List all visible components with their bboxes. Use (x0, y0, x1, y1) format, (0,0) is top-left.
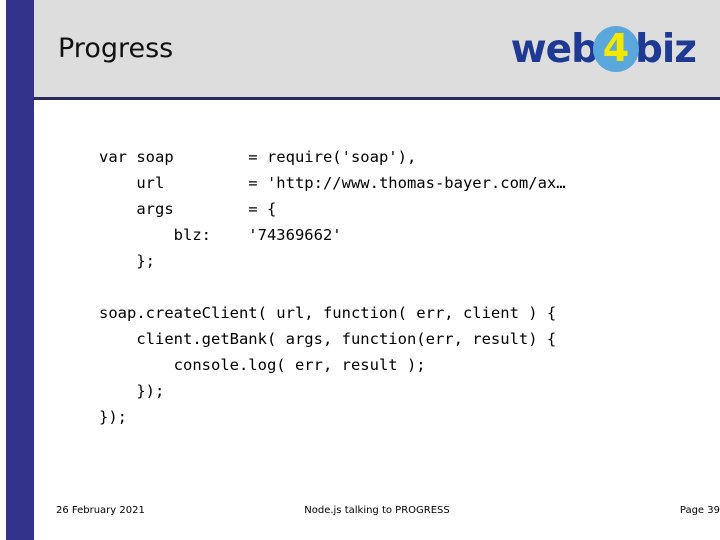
footer-page-number: Page 39 (679, 505, 720, 516)
code-block-declarations: var soap = require('soap'), url = 'http:… (99, 147, 566, 270)
code-block-calls: soap.createClient( url, function( err, c… (99, 303, 557, 426)
logo-text-biz: biz (635, 26, 697, 72)
logo-text-web: web (510, 26, 599, 72)
left-accent-bar (6, 0, 34, 540)
slide-footer: 26 February 2021 Node.js talking to PROG… (34, 505, 720, 531)
slide-canvas: Progress web 4 biz var soap = require('s… (0, 0, 720, 540)
web4biz-logo: web 4 biz (500, 22, 697, 76)
page-title: Progress (58, 33, 174, 64)
logo-digit-four: 4 (602, 26, 630, 70)
logo-four-badge-icon: 4 (593, 26, 640, 72)
footer-subject: Node.js talking to PROGRESS (304, 505, 450, 516)
header-divider-rule (34, 97, 720, 100)
